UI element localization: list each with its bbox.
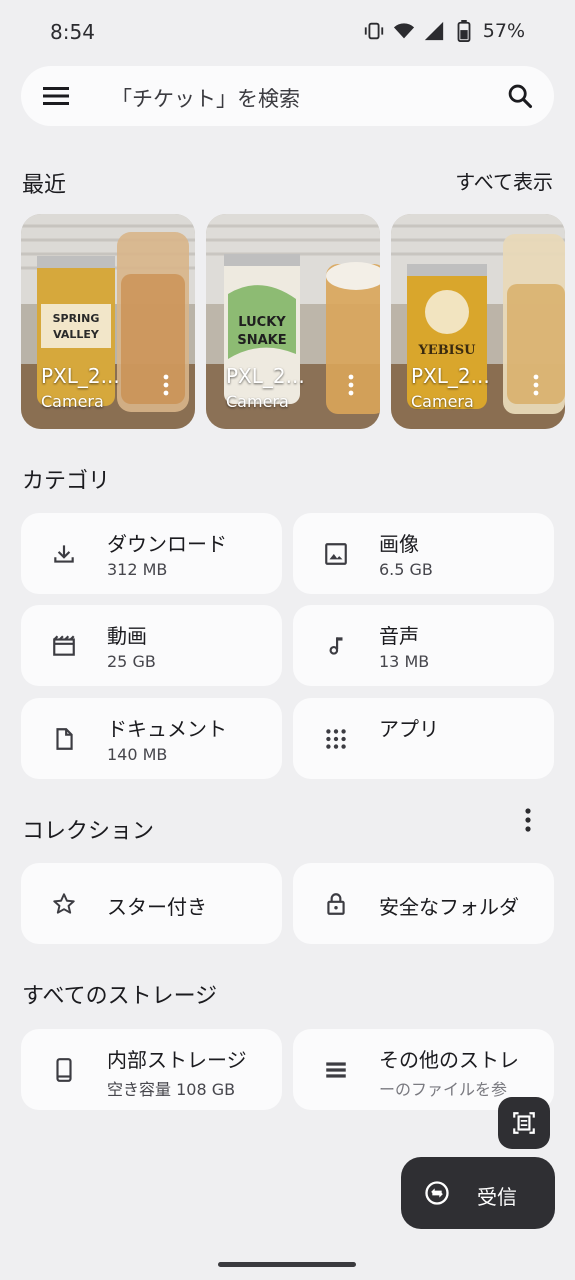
music-note-icon [323, 633, 349, 659]
thumbnail-name: PXL_2... [41, 364, 120, 388]
storage-label: その他のストレ [379, 1048, 519, 1072]
svg-text:VALLEY: VALLEY [53, 328, 100, 341]
thumbnail-name: PXL_2... [411, 364, 490, 388]
more-vert-icon[interactable] [161, 374, 171, 396]
scan-document-button[interactable] [498, 1097, 550, 1149]
collection-label: スター付き [107, 895, 207, 919]
search-placeholder[interactable]: 「チケット」を検索 [111, 83, 300, 113]
category-apps[interactable]: アプリ [293, 698, 554, 779]
download-icon [51, 541, 77, 567]
storage-list-icon [323, 1057, 349, 1083]
category-label: ダウンロード [107, 532, 227, 556]
category-size: 140 MB [107, 745, 168, 764]
collection-starred[interactable]: スター付き [21, 863, 282, 944]
nearby-share-icon [423, 1179, 451, 1207]
category-label: ドキュメント [107, 717, 227, 741]
more-vert-icon[interactable] [346, 374, 356, 396]
storage-internal[interactable]: 内部ストレージ 空き容量 108 GB [21, 1029, 282, 1110]
more-vert-icon[interactable] [531, 374, 541, 396]
thumbnail-name: PXL_2... [226, 364, 305, 388]
recent-thumbnail[interactable]: LUCKY SNAKE PXL_2... Camera [206, 214, 380, 429]
recent-section-title: 最近 [22, 173, 67, 198]
thumbnail-source: Camera [411, 392, 474, 411]
category-label: アプリ [379, 717, 439, 741]
category-downloads[interactable]: ダウンロード 312 MB [21, 513, 282, 594]
category-size: 13 MB [379, 652, 430, 671]
category-documents[interactable]: ドキュメント 140 MB [21, 698, 282, 779]
see-all-link[interactable]: すべて表示 [455, 166, 553, 195]
category-audio[interactable]: 音声 13 MB [293, 605, 554, 686]
svg-text:YEBISU: YEBISU [418, 343, 477, 358]
status-icons: 57% [363, 20, 525, 42]
star-icon [51, 891, 77, 917]
search-icon[interactable] [506, 82, 534, 110]
category-size: 25 GB [107, 652, 156, 671]
lock-icon [323, 891, 349, 917]
recent-thumbnail[interactable]: YEBISU PXL_2... Camera [391, 214, 565, 429]
thumbnail-source: Camera [41, 392, 104, 411]
gesture-bar[interactable] [218, 1262, 356, 1267]
menu-icon[interactable] [43, 84, 69, 108]
battery-percent: 57% [482, 20, 525, 42]
category-label: 画像 [379, 532, 419, 556]
status-bar: 8:54 57% [0, 0, 575, 62]
collection-label: 安全なフォルダ [379, 895, 519, 919]
category-images[interactable]: 画像 6.5 GB [293, 513, 554, 594]
search-bar[interactable]: 「チケット」を検索 [21, 66, 554, 126]
svg-text:SPRING: SPRING [53, 312, 100, 325]
vibrate-icon [363, 20, 385, 42]
category-size: 6.5 GB [379, 560, 433, 579]
storage-detail: 空き容量 108 GB [107, 1080, 236, 1099]
video-icon [51, 633, 77, 659]
svg-text:SNAKE: SNAKE [237, 333, 286, 348]
battery-icon [453, 20, 475, 42]
category-videos[interactable]: 動画 25 GB [21, 605, 282, 686]
document-icon [51, 726, 77, 752]
image-icon [323, 541, 349, 567]
storage-label: 内部ストレージ [107, 1048, 247, 1072]
storage-detail: ーのファイルを参 [379, 1080, 508, 1099]
status-time: 8:54 [50, 20, 95, 44]
storage-section-title: すべてのストレージ [22, 984, 218, 1009]
category-label: 動画 [107, 624, 147, 648]
receive-label: 受信 [477, 1185, 517, 1209]
phone-icon [51, 1057, 77, 1083]
wifi-icon [393, 20, 415, 42]
more-vert-icon[interactable] [522, 808, 534, 834]
document-scanner-icon [511, 1110, 537, 1136]
collection-safe-folder[interactable]: 安全なフォルダ [293, 863, 554, 944]
categories-section-title: カテゴリ [22, 469, 111, 494]
svg-text:LUCKY: LUCKY [238, 315, 286, 330]
recent-thumbnail[interactable]: SPRING VALLEY PXL_2... Camera [21, 214, 195, 429]
thumbnail-source: Camera [226, 392, 289, 411]
signal-icon [423, 20, 445, 42]
category-label: 音声 [379, 624, 419, 648]
category-size: 312 MB [107, 560, 168, 579]
apps-grid-icon [323, 726, 349, 752]
collections-section-title: コレクション [22, 819, 155, 844]
receive-button[interactable]: 受信 [401, 1157, 555, 1229]
